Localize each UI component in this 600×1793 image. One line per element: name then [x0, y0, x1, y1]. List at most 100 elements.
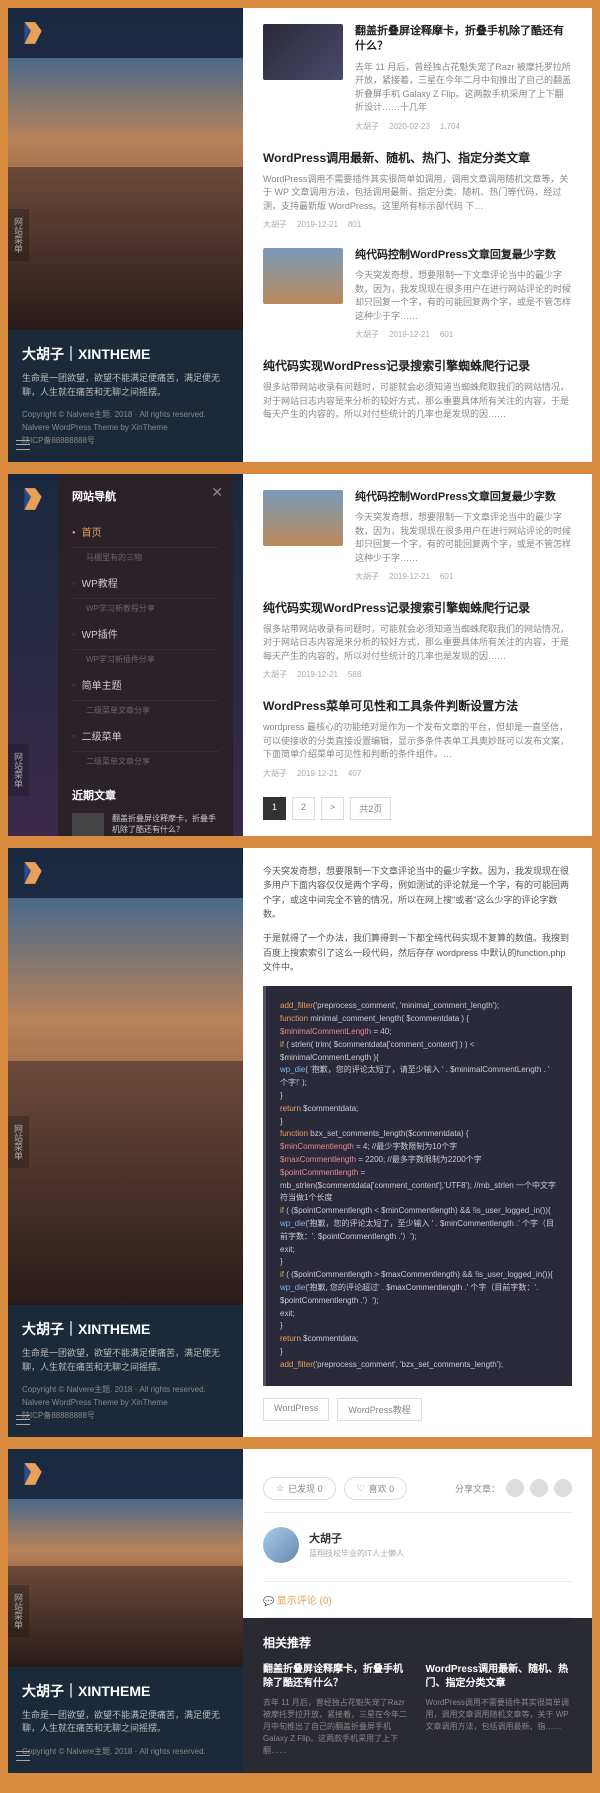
nav-drawer: ✕ 网站导航 首页 马棚里有的三物 WP教程 WP学习新教程分享 WP插件 WP…: [58, 474, 233, 836]
site-info: 大胡子｜XINTHEME 生命是一团欲望，欲望不能满足便痛苦，满足便无聊，人生就…: [8, 330, 243, 461]
related-section: 相关推荐 翻盖折叠屏诠释摩卡，折叠手机除了酷还有什么？ 去年 11 月后，曾经独…: [243, 1618, 592, 1773]
post-excerpt: WordPress调用不需要插件其实很简单如调用，调用文章调用随机文章等，关于 …: [263, 173, 572, 214]
share-weibo-icon[interactable]: [530, 1479, 548, 1497]
post-excerpt: 今天突发奇想，想要限制一下文章评论当中的最少字数，因为，我发现现在很多用户在进行…: [355, 269, 572, 323]
tag[interactable]: WordPress教程: [337, 1398, 421, 1421]
avatar[interactable]: [263, 1527, 299, 1563]
tags: WordPress WordPress教程: [263, 1398, 572, 1421]
code-block[interactable]: add_filter('preprocess_comment', 'minima…: [263, 986, 572, 1385]
post-title[interactable]: WordPress调用最新、随机、热门、指定分类文章: [263, 150, 572, 167]
icp: 陕ICP备88888888号: [22, 1410, 229, 1423]
post-title[interactable]: WordPress菜单可见性和工具条件判断设置方法: [263, 698, 572, 715]
post-item[interactable]: 纯代码实现WordPress记录搜索引擎蜘蛛爬行记录 很多站带网站收录有问题时，…: [263, 600, 572, 680]
comments-toggle[interactable]: 显示评论 (0): [263, 1581, 572, 1618]
bookmark-button[interactable]: ☆ 已发现 0: [263, 1477, 336, 1500]
site-title: 大胡子｜XINTHEME: [22, 1319, 229, 1339]
post-meta: 大胡子2019-12-21601: [355, 571, 572, 582]
author-box: 大胡子 蓝翔技校毕业的IT人士懒人: [263, 1527, 572, 1563]
close-icon[interactable]: ✕: [211, 484, 223, 501]
paragraph: 于是就得了一个办法，我们算得到一下都全纯代码实现不复算的数值。我搜到百度上搜索索…: [263, 931, 572, 974]
frame-3: 大胡子｜XINTHEME 生命是一团欲望，欲望不能满足便痛苦，满足便无聊，人生就…: [8, 848, 592, 1437]
recent-thumb: [72, 813, 104, 836]
post-excerpt: 去年 11 月后，曾经独占花魁失宠了Razr 被摩托罗拉所开放，紧接着，三星在今…: [355, 61, 572, 115]
recent-heading: 近期文章: [72, 787, 219, 803]
post-meta: 大胡子2020-02-231,704: [355, 121, 572, 132]
content: 纯代码控制WordPress文章回复最少字数 今天突发奇想，想要限制一下文章评论…: [243, 474, 592, 836]
post-excerpt: 今天突发奇想，想要限制一下文章评论当中的最少字数，因为，我发现现在很多用户在进行…: [355, 511, 572, 565]
sidebar: 大胡子｜XINTHEME 生命是一团欲望，欲望不能满足便痛苦，满足便无聊，人生就…: [8, 848, 243, 1437]
hero-image: [8, 58, 243, 330]
related-item[interactable]: WordPress调用最新、随机、热门、指定分类文章 WordPress调用不需…: [426, 1663, 573, 1757]
post-thumb: [263, 24, 343, 80]
theme-credit: Nalvere WordPress Theme by XinTheme: [22, 422, 229, 435]
hero-image: [8, 898, 243, 1305]
sidebar: 网站菜单 ✕ 网站导航 首页 马棚里有的三物 WP教程 WP学习新教程分享 WP…: [8, 474, 243, 836]
action-bar: ☆ 已发现 0 ♡ 喜欢 0 分享文章：: [263, 1465, 572, 1513]
post-excerpt: 很多站带网站收录有问题时，可能就会必须知道当蜘蛛爬取我们的网站情况，对于网站日志…: [263, 623, 572, 664]
post-item[interactable]: 纯代码控制WordPress文章回复最少字数 今天突发奇想，想要限制一下文章评论…: [263, 490, 572, 582]
copyright: Copyright © Nalvere主题. 2018 · All rights…: [22, 1384, 229, 1397]
nav-item-theme[interactable]: 简单主题: [72, 669, 219, 701]
page-2[interactable]: 2: [292, 797, 315, 820]
nav-item-submenu[interactable]: 二级菜单: [72, 720, 219, 752]
post-title[interactable]: 纯代码实现WordPress记录搜索引擎蜘蛛爬行记录: [263, 600, 572, 617]
sidebar: 大胡子｜XINTHEME 生命是一团欲望，欲望不能满足便痛苦，满足便无聊，人生就…: [8, 1449, 243, 1773]
frame-2: 网站菜单 ✕ 网站导航 首页 马棚里有的三物 WP教程 WP学习新教程分享 WP…: [8, 474, 592, 836]
post-item[interactable]: 翻盖折叠屏诠释摩卡，折叠手机除了酷还有什么？ 去年 11 月后，曾经独占花魁失宠…: [263, 24, 572, 132]
share-row: 分享文章：: [455, 1479, 572, 1497]
recent-item[interactable]: 翻盖折叠屏诠释摩卡，折叠手机除了酷还有什么？大胡子 · 02-23: [72, 813, 219, 836]
copyright: Copyright © Nalvere主题. 2018 · All rights…: [22, 409, 229, 422]
post-excerpt: wordpress 最核心的功能绝对是作为一个发布文章的平台，但却是一直坚信，可…: [263, 721, 572, 762]
site-title: 大胡子｜XINTHEME: [22, 1681, 229, 1701]
page-total: 共2页: [350, 797, 391, 820]
site-desc: 生命是一团欲望，欲望不能满足便痛苦，满足便无聊，人生就在痛苦和无聊之间摇摆。: [22, 372, 229, 399]
page-1[interactable]: 1: [263, 797, 286, 820]
post-meta: 大胡子2019-12-21407: [263, 768, 572, 779]
site-info: 大胡子｜XINTHEME 生命是一团欲望，欲望不能满足便痛苦，满足便无聊，人生就…: [8, 1305, 243, 1436]
nav-heading: 网站导航: [72, 488, 219, 504]
menu-toggle[interactable]: 网站菜单: [8, 209, 29, 261]
like-button[interactable]: ♡ 喜欢 0: [344, 1477, 408, 1500]
author-desc: 蓝翔技校毕业的IT人士懒人: [309, 1548, 404, 1559]
logo[interactable]: [20, 486, 46, 512]
logo[interactable]: [20, 1461, 46, 1487]
sidebar: 大胡子｜XINTHEME 生命是一团欲望，欲望不能满足便痛苦，满足便无聊，人生就…: [8, 8, 243, 462]
post-title[interactable]: 纯代码实现WordPress记录搜索引擎蜘蛛爬行记录: [263, 358, 572, 375]
site-desc: 生命是一团欲望，欲望不能满足便痛苦，满足便无聊，人生就在痛苦和无聊之间摇摆。: [22, 1347, 229, 1374]
nav-item-home[interactable]: 首页: [72, 516, 219, 548]
post-excerpt: 很多站带网站收录有问题时，可能就会必须知道当蜘蛛爬取我们的网站情况，对于网站日志…: [263, 381, 572, 422]
frame-4: 大胡子｜XINTHEME 生命是一团欲望，欲望不能满足便痛苦，满足便无聊，人生就…: [8, 1449, 592, 1773]
copyright: Copyright © Nalvere主题. 2018 · All rights…: [22, 1746, 229, 1759]
logo[interactable]: [20, 860, 46, 886]
post-item[interactable]: WordPress菜单可见性和工具条件判断设置方法 wordpress 最核心的…: [263, 698, 572, 778]
frame-1: 大胡子｜XINTHEME 生命是一团欲望，欲望不能满足便痛苦，满足便无聊，人生就…: [8, 8, 592, 462]
nav-item-wp-tutorial[interactable]: WP教程: [72, 567, 219, 599]
post-title[interactable]: 纯代码控制WordPress文章回复最少字数: [355, 490, 572, 505]
menu-toggle[interactable]: 网站菜单: [8, 1585, 29, 1637]
paragraph: 今天突发奇想，想要限制一下文章评论当中的最少字数。因为，我发现现在很多用户下面内…: [263, 864, 572, 922]
content: 翻盖折叠屏诠释摩卡，折叠手机除了酷还有什么？ 去年 11 月后，曾经独占花魁失宠…: [243, 8, 592, 462]
page-next[interactable]: >: [321, 797, 344, 820]
share-qq-icon[interactable]: [554, 1479, 572, 1497]
post-item[interactable]: WordPress调用最新、随机、热门、指定分类文章 WordPress调用不需…: [263, 150, 572, 230]
theme-credit: Nalvere WordPress Theme by XinTheme: [22, 1397, 229, 1410]
share-wechat-icon[interactable]: [506, 1479, 524, 1497]
post-title[interactable]: 纯代码控制WordPress文章回复最少字数: [355, 248, 572, 263]
hamburger-icon[interactable]: [16, 1415, 30, 1425]
menu-toggle[interactable]: 网站菜单: [8, 744, 29, 796]
hamburger-icon[interactable]: [16, 1751, 30, 1761]
site-desc: 生命是一团欲望，欲望不能满足便痛苦，满足便无聊，人生就在痛苦和无聊之间摇摆。: [22, 1709, 229, 1736]
nav-item-wp-plugin[interactable]: WP插件: [72, 618, 219, 650]
author-name[interactable]: 大胡子: [309, 1530, 404, 1546]
site-title: 大胡子｜XINTHEME: [22, 344, 229, 364]
hamburger-icon[interactable]: [16, 440, 30, 450]
post-item[interactable]: 纯代码实现WordPress记录搜索引擎蜘蛛爬行记录 很多站带网站收录有问题时，…: [263, 358, 572, 427]
icp: 陕ICP备88888888号: [22, 435, 229, 448]
related-item[interactable]: 翻盖折叠屏诠释摩卡，折叠手机除了酷还有什么？ 去年 11 月后，曾经独占花魁失宠…: [263, 1663, 410, 1757]
tag[interactable]: WordPress: [263, 1398, 329, 1421]
share-label: 分享文章：: [455, 1482, 500, 1495]
logo[interactable]: [20, 20, 46, 46]
post-title[interactable]: 翻盖折叠屏诠释摩卡，折叠手机除了酷还有什么？: [355, 24, 572, 55]
menu-toggle[interactable]: 网站菜单: [8, 1116, 29, 1168]
post-item[interactable]: 纯代码控制WordPress文章回复最少字数 今天突发奇想，想要限制一下文章评论…: [263, 248, 572, 340]
